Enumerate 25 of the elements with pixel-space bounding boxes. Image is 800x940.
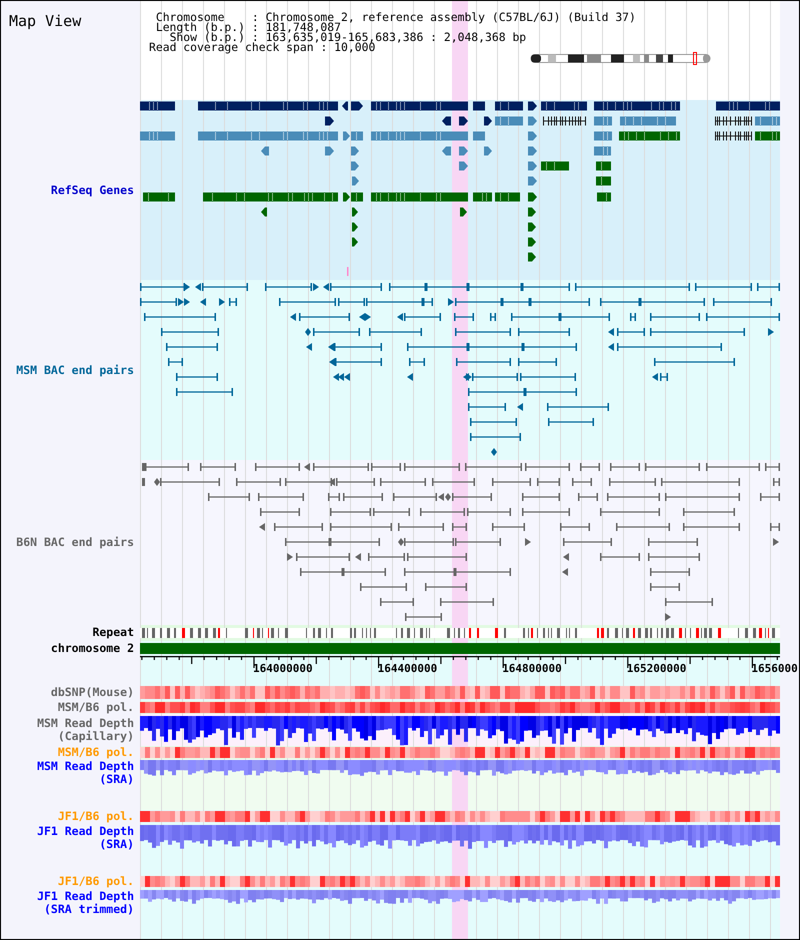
- map-view-title: Map View: [9, 12, 82, 30]
- track-label: JF1 Read Depth (SRA): [37, 825, 134, 851]
- track-label: JF1/B6 pol.: [58, 875, 134, 888]
- track-label: dbSNP(Mouse): [50, 686, 134, 699]
- axis-tick-label: 164000000: [253, 662, 313, 675]
- track-label: MSM/B6 pol.: [58, 701, 134, 714]
- header-info-line: Read coverage check span : 10,000: [149, 42, 376, 52]
- header-info-line: Show (b.p.) : 163,635,019-165,683,386 : 2,048,368 bp: [170, 32, 526, 42]
- header-info-line: Chromosome : Chromosome 2, reference assembly (C57BL/6J) (Build 37): [154, 12, 636, 22]
- axis-tick-label: 164800000: [502, 662, 562, 675]
- track-label: JF1 Read Depth (SRA trimmed): [37, 890, 134, 916]
- track-label: RefSeq Genes: [50, 184, 134, 196]
- track-label: MSM/B6 pol.: [58, 746, 134, 759]
- axis-tick-label: 1656000: [751, 662, 798, 675]
- track-label: MSM BAC end pairs: [16, 364, 134, 376]
- track-label: chromosome 2: [50, 642, 134, 655]
- track-label: Repeat: [92, 626, 134, 639]
- axis-tick-label: 165200000: [626, 662, 686, 675]
- axis-tick-label: 164400000: [378, 662, 438, 675]
- region-marker-icon: [693, 52, 697, 65]
- track-label: JF1/B6 pol.: [58, 810, 134, 823]
- track-label: MSM Read Depth (SRA): [37, 760, 134, 786]
- track-label: MSM Read Depth (Capillary): [37, 717, 134, 743]
- track-label: B6N BAC end pairs: [16, 536, 134, 549]
- header-info-line: Length (b.p.) : 181,748,087: [154, 22, 342, 32]
